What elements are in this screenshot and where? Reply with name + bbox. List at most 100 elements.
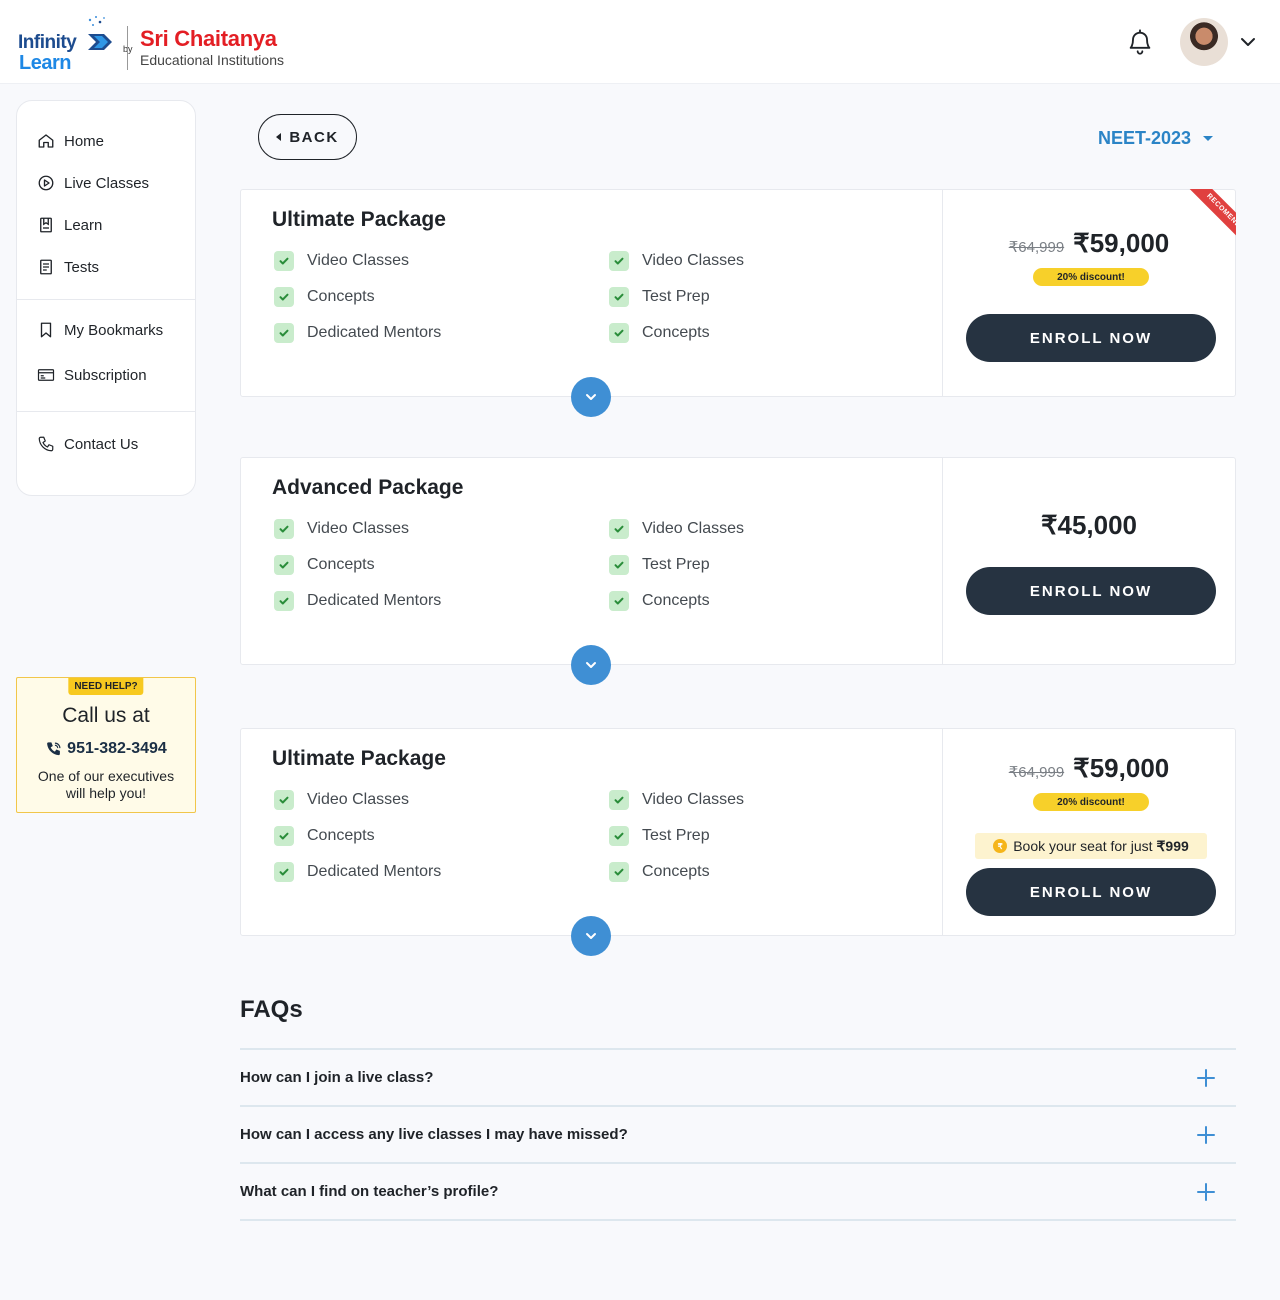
book-seat-text: Book your seat for just: [1013, 838, 1153, 854]
chevron-down-icon: [586, 394, 596, 400]
package-card: Ultimate Package Video Classes Concepts …: [240, 728, 1236, 956]
sidebar-item-contact-us[interactable]: Contact Us: [37, 432, 138, 456]
feature-label: Concepts: [307, 288, 375, 305]
help-text: One of our executives will help you!: [17, 768, 195, 802]
sidebar-item-label: Learn: [64, 216, 103, 234]
price-row: ₹64,999 ₹59,000: [943, 228, 1235, 259]
help-phone-link[interactable]: 951-382-3494: [17, 740, 195, 758]
help-text-line: One of our executives: [37, 768, 175, 784]
chevron-down-icon: [586, 933, 596, 939]
feature-item: Dedicated Mentors: [274, 861, 441, 883]
package-title: Advanced Package: [272, 476, 464, 499]
sidebar-item-label: Tests: [64, 258, 100, 276]
card-icon: [37, 369, 55, 381]
phone-icon: [38, 436, 54, 452]
infinity-learn-logo[interactable]: Infinity Learn by Sri Chaitanya Educatio…: [18, 12, 298, 74]
sidebar-item-my-bookmarks[interactable]: My Bookmarks: [37, 318, 163, 342]
plus-icon[interactable]: [1196, 1068, 1216, 1088]
help-title: Call us at: [62, 704, 150, 727]
sidebar-item-label: Subscription: [64, 366, 147, 384]
exam-select[interactable]: NEET-2023: [1098, 126, 1214, 150]
check-icon: [274, 323, 294, 343]
feature-item: Video Classes: [609, 518, 744, 540]
feature-label: Concepts: [642, 863, 710, 880]
price-row: ₹64,999 ₹59,000: [943, 753, 1235, 784]
notification-bell-icon[interactable]: [1126, 28, 1154, 56]
check-icon: [609, 555, 629, 575]
phone-call-icon: [47, 741, 61, 755]
sidebar-item-label: Home: [64, 132, 105, 150]
faq-item[interactable]: How can I access any live classes I may …: [240, 1105, 1236, 1162]
faq-item[interactable]: What can I find on teacher’s profile?: [240, 1162, 1236, 1219]
exam-select-value: NEET-2023: [1098, 127, 1192, 148]
check-icon: [609, 790, 629, 810]
feature-item: Dedicated Mentors: [274, 322, 441, 344]
check-icon: [274, 287, 294, 307]
feature-item: Concepts: [274, 554, 375, 576]
package-features-panel: Advanced Package Video Classes Concepts …: [241, 458, 943, 664]
discount-badge: 20% discount!: [1033, 793, 1149, 811]
check-icon: [609, 323, 629, 343]
enroll-now-button[interactable]: ENROLL NOW: [966, 567, 1216, 615]
sidebar-item-label: My Bookmarks: [64, 321, 164, 339]
play-circle-icon: [38, 175, 54, 191]
price-old: ₹64,999: [1008, 239, 1065, 256]
help-text-line: will help you!: [65, 785, 147, 801]
book-seat-offer: ₹ Book your seat for just ₹999: [975, 833, 1207, 859]
feature-item: Concepts: [609, 322, 710, 344]
package-card: Ultimate Package Video Classes Concepts …: [240, 189, 1236, 417]
faq-bottom-divider: [240, 1219, 1236, 1221]
feature-item: Dedicated Mentors: [274, 590, 441, 612]
check-icon: [274, 826, 294, 846]
feature-label: Video Classes: [642, 252, 744, 269]
sidebar-item-subscription[interactable]: Subscription: [37, 363, 147, 387]
package-card: Advanced Package Video Classes Concepts …: [240, 457, 1236, 685]
check-icon: [274, 519, 294, 539]
sidebar-item-learn[interactable]: Learn: [37, 213, 102, 237]
check-icon: [609, 519, 629, 539]
sidebar-item-live-classes[interactable]: Live Classes: [37, 171, 149, 195]
logo-infinity-text: Infinity: [18, 32, 77, 53]
expand-button[interactable]: [571, 645, 611, 685]
chevron-down-icon: [586, 662, 596, 668]
enroll-now-button[interactable]: ENROLL NOW: [966, 868, 1216, 916]
package-features-panel: Ultimate Package Video Classes Concepts …: [241, 729, 943, 935]
expand-button[interactable]: [571, 377, 611, 417]
enroll-now-button[interactable]: ENROLL NOW: [966, 314, 1216, 362]
discount-badge: 20% discount!: [1033, 268, 1149, 286]
feature-label: Concepts: [642, 592, 710, 609]
feature-label: Video Classes: [307, 520, 409, 537]
book-icon: [40, 217, 52, 233]
caret-left-icon: [276, 133, 282, 141]
home-icon: [38, 134, 54, 148]
expand-button[interactable]: [571, 916, 611, 956]
dropdown-caret-icon: [1203, 135, 1214, 141]
faq-question: How can I access any live classes I may …: [240, 1126, 628, 1143]
feature-item: Video Classes: [609, 789, 744, 811]
feature-item: Video Classes: [274, 518, 409, 540]
faq-item[interactable]: How can I join a live class?: [240, 1048, 1236, 1105]
check-icon: [274, 862, 294, 882]
price-old: ₹64,999: [1008, 764, 1065, 781]
top-header: Infinity Learn by Sri Chaitanya Educatio…: [0, 0, 1280, 84]
price-new: ₹59,000: [1073, 228, 1170, 258]
sidebar-item-tests[interactable]: Tests: [37, 255, 99, 279]
help-card: NEED HELP? Call us at 951-382-3494 One o…: [16, 677, 196, 813]
feature-item: Test Prep: [609, 825, 710, 847]
chevron-down-icon[interactable]: [1238, 32, 1258, 52]
sidebar-item-label: Contact Us: [64, 435, 139, 453]
package-price-panel: RECOMENDED ₹64,999 ₹59,000 20% discount!…: [943, 189, 1236, 396]
feature-item: Video Classes: [274, 250, 409, 272]
logo-tagline-text: Educational Institutions: [140, 52, 284, 68]
feature-label: Concepts: [307, 556, 375, 573]
check-icon: [274, 790, 294, 810]
feature-label: Video Classes: [307, 252, 409, 269]
feature-item: Test Prep: [609, 286, 710, 308]
price-new: ₹59,000: [1073, 753, 1170, 783]
plus-icon[interactable]: [1196, 1125, 1216, 1145]
back-button[interactable]: BACK: [258, 114, 357, 160]
feature-label: Test Prep: [642, 288, 710, 305]
plus-icon[interactable]: [1196, 1182, 1216, 1202]
sidebar-item-home[interactable]: Home: [37, 129, 104, 153]
user-avatar[interactable]: [1180, 18, 1228, 66]
